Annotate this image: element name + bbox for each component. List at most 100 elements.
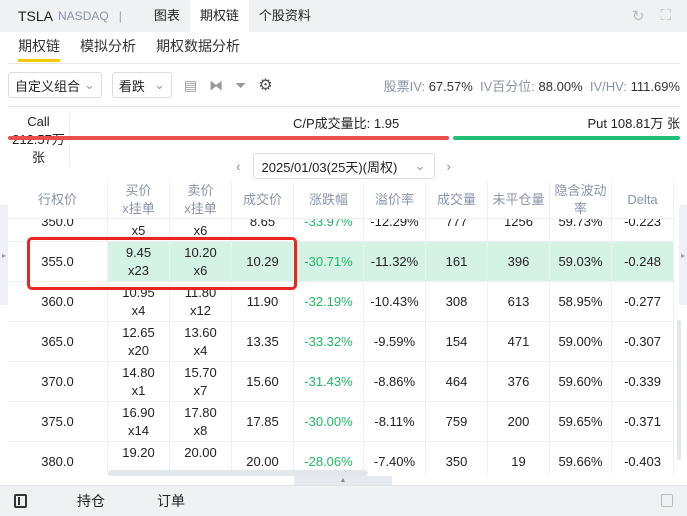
cell-chg: -32.19%	[294, 282, 364, 321]
table-row[interactable]: 375.0 16.90 x14 17.80 x8 17.85 -30.00% -8.11% 75…	[8, 402, 675, 442]
chevron-down-icon: ⌄	[84, 77, 95, 92]
cell-delta: -0.248	[624, 253, 661, 269]
cell-prem: -8.86%	[373, 373, 416, 389]
cell-oi: 613	[488, 282, 550, 321]
cell-oi: 1256	[488, 219, 550, 241]
cell-ask: 15.70 x7	[170, 362, 232, 401]
cell-prem: -8.86%	[364, 362, 426, 401]
cell-delta: -0.371	[612, 402, 674, 441]
cell-last: 15.60	[232, 362, 294, 401]
tab-option-chain[interactable]: 期权链	[189, 0, 249, 32]
cell-delta: -0.307	[624, 333, 661, 349]
cell-strike: 375.0	[8, 402, 108, 441]
cell-vol: 464	[426, 362, 488, 401]
subtab-option-chain[interactable]: 期权链	[8, 32, 70, 63]
gear-icon[interactable]: ⚙	[258, 75, 272, 95]
cell-chg: -33.32%	[294, 322, 364, 361]
cell-prem: -10.43%	[364, 282, 426, 321]
column-header[interactable]: 未平仓量	[488, 182, 550, 218]
table-header: 行权价 买价 x挂单 卖价 x挂单 成交价 涨跌幅 溢价率 成交量 未平仓量 隐含波动率 Delta	[8, 182, 675, 219]
column-header[interactable]: Delta	[612, 182, 674, 218]
panel-toggle-icon[interactable]	[14, 494, 27, 508]
direction-select[interactable]: 看跌 ⌄	[111, 72, 172, 98]
cell-iv: 58.95%	[550, 282, 612, 321]
column-header-label: 未平仓量	[492, 192, 545, 207]
cell-bid: 12.65	[122, 324, 155, 340]
combo-select[interactable]: 自定义组合 ⌄	[8, 72, 102, 98]
cell-last: 20.00	[246, 453, 279, 469]
cell-oi: 376	[488, 362, 550, 401]
cell-oi: 376	[507, 373, 530, 389]
cell-prem: -10.43%	[370, 293, 419, 309]
expand-icon[interactable]: ⛶	[660, 7, 671, 25]
column-header[interactable]: 成交价	[232, 182, 294, 218]
cell-prem: -11.32%	[370, 253, 419, 269]
cell-delta: -0.223	[624, 219, 661, 229]
layout-icon[interactable]: ▤	[184, 77, 197, 94]
prev-expiry-icon[interactable]: ‹	[236, 159, 240, 174]
collapse-right-icon[interactable]: ▸	[679, 205, 687, 305]
column-header-label: 买价	[125, 183, 152, 198]
cell-delta: -0.307	[612, 322, 674, 361]
column-header-label: x挂单	[122, 201, 155, 216]
tab-stock-info[interactable]: 个股资料	[249, 0, 321, 32]
separator: |	[118, 9, 122, 23]
tab-chart[interactable]: 图表	[144, 0, 190, 32]
column-header-label: 成交量	[436, 192, 476, 207]
top-bar: TSLA NASDAQ | 图表 期权链 个股资料 ↻ ⛶	[0, 0, 687, 32]
cell-bid_size: x20	[128, 342, 149, 358]
cell-vol: 777	[426, 219, 488, 241]
cell-ask_size: x7	[193, 382, 208, 398]
vertical-scrollbar[interactable]	[677, 320, 681, 460]
cell-bid_size: x14	[128, 422, 149, 438]
column-header[interactable]: 涨跌幅	[294, 182, 364, 218]
cp-ratio: C/P成交量比: 1.95	[293, 116, 400, 131]
cell-chg: -33.32%	[304, 333, 353, 349]
cell-iv: 59.03%	[558, 253, 603, 269]
cell-oi: 19	[511, 453, 526, 469]
subtab-option-data[interactable]: 期权数据分析	[146, 32, 250, 63]
panel-resize-handle[interactable]: ▲	[294, 476, 392, 485]
filter-icon[interactable]: ⏷	[235, 77, 246, 94]
cell-strike: 360.0	[41, 293, 74, 309]
cell-chg: -32.19%	[304, 293, 353, 309]
subtab-simulation[interactable]: 模拟分析	[70, 32, 146, 63]
column-header[interactable]: 卖价 x挂单	[170, 182, 232, 218]
refresh-icon[interactable]: ↻	[632, 7, 645, 25]
cell-ask: 13.60 x4	[170, 322, 232, 361]
cell-iv: 58.95%	[558, 293, 603, 309]
column-header-label: Delta	[627, 192, 658, 207]
cell-chg: -30.00%	[304, 413, 353, 429]
copy-icon[interactable]	[661, 494, 673, 507]
cell-delta: -0.403	[612, 442, 674, 475]
column-header[interactable]: 溢价率	[364, 182, 426, 218]
cell-oi: 471	[488, 322, 550, 361]
tab-orders[interactable]: 订单	[157, 491, 185, 511]
expiry-select[interactable]: 2025/01/03(25天)(周权) ⌄	[252, 153, 435, 179]
column-header[interactable]: 行权价	[8, 182, 108, 218]
cell-chg: -33.97%	[304, 219, 353, 229]
column-header-label: 成交价	[242, 192, 282, 207]
cell-oi: 200	[488, 402, 550, 441]
table-row[interactable]: 370.0 14.80 x1 15.70 x7 15.60 -31.43% -8.86% 464…	[8, 362, 675, 402]
cell-vol: 154	[445, 333, 468, 349]
column-header[interactable]: 隐含波动率	[550, 182, 612, 218]
cell-delta: -0.339	[612, 362, 674, 401]
cell-iv: 59.00%	[550, 322, 612, 361]
cell-vol: 154	[426, 322, 488, 361]
column-header-label: 涨跌幅	[308, 192, 348, 207]
cell-vol: 350	[445, 453, 468, 469]
cell-ask: 17.80	[184, 404, 217, 420]
cell-iv: 59.03%	[550, 242, 612, 281]
cell-ask_size: x8	[193, 422, 208, 438]
tab-positions[interactable]: 持仓	[77, 491, 105, 511]
next-expiry-icon[interactable]: ›	[447, 159, 451, 174]
column-header[interactable]: 买价 x挂单	[108, 182, 170, 218]
collapse-left-icon[interactable]: ▸	[0, 205, 8, 305]
iv-stats: 股票IV: 67.57% IV百分位: 88.00% IV/HV: 111.69…	[384, 76, 680, 95]
table-row[interactable]: 365.0 12.65 x20 13.60 x4 13.35 -33.32% -9.59% 15…	[8, 322, 675, 362]
split-icon[interactable]: ⧓	[209, 77, 223, 94]
column-header[interactable]: 成交量	[426, 182, 488, 218]
cell-oi: 19	[488, 442, 550, 475]
cell-oi: 396	[488, 242, 550, 281]
